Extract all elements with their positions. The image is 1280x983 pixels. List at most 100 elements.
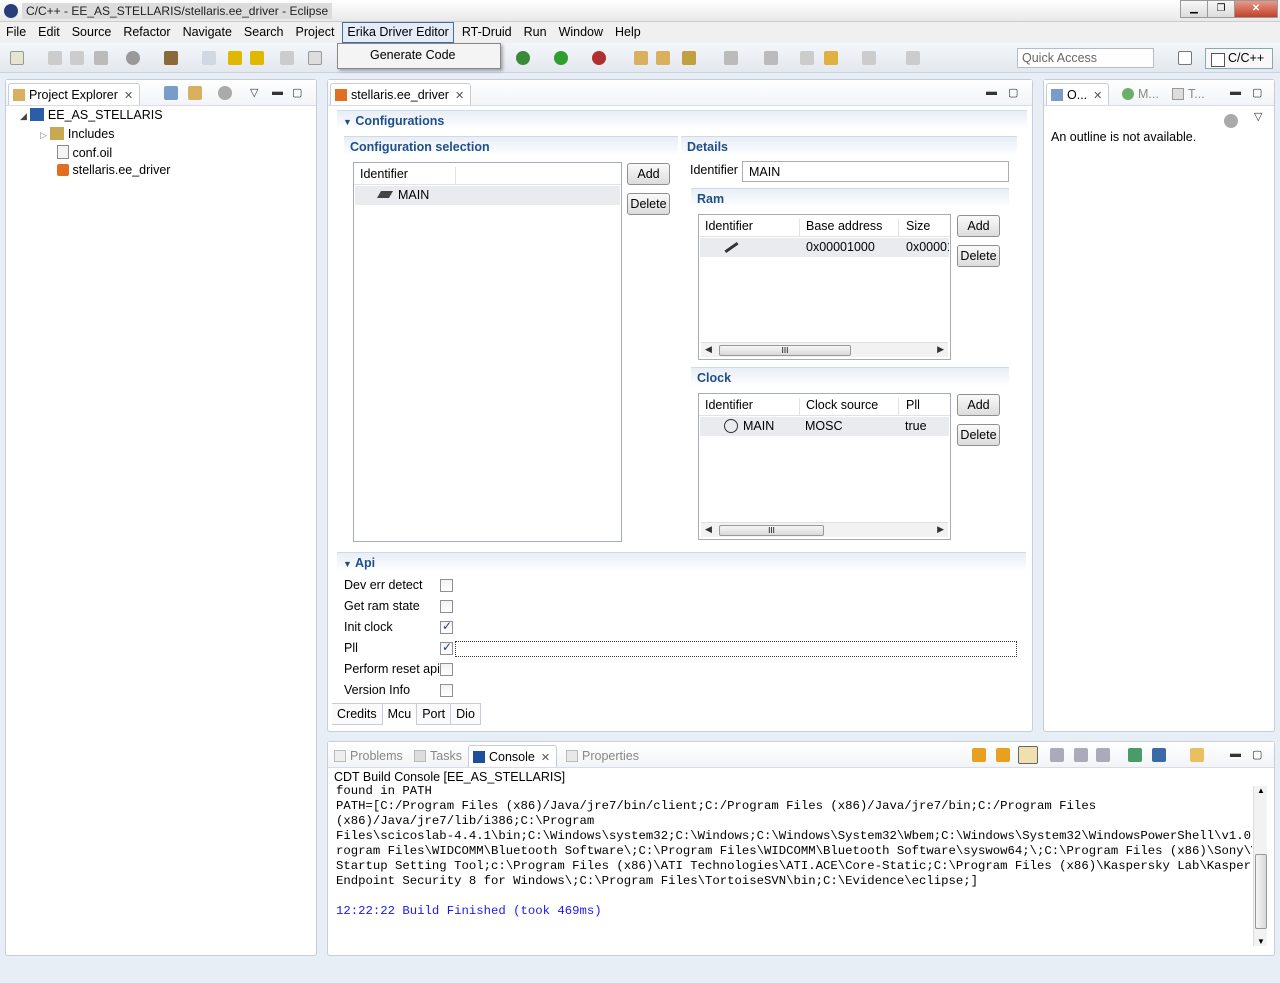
menu-window[interactable]: Window	[553, 22, 609, 43]
column-size[interactable]: Size	[906, 219, 952, 237]
option-get-ram-state-checkbox[interactable]	[440, 600, 453, 613]
tab-dio[interactable]: Dio	[451, 704, 481, 725]
console-output[interactable]: found in PATH PATH=[C:/Program Files (x86…	[334, 784, 1252, 946]
maximize-view-icon[interactable]: ▢	[292, 86, 302, 99]
clock-delete-button[interactable]: Delete	[957, 424, 1000, 446]
menu-erika-driver-editor[interactable]: Erika Driver Editor	[342, 22, 454, 43]
minimize-view-icon[interactable]: ▬	[986, 86, 997, 98]
tab-tasks[interactable]: Tasks	[410, 745, 468, 767]
ram-delete-button[interactable]: Delete	[957, 245, 1000, 267]
chevron-down-icon[interactable]: ▽	[1254, 110, 1262, 123]
new-icon[interactable]	[10, 51, 24, 65]
minimize-view-icon[interactable]: ▬	[272, 86, 283, 98]
tab-credits[interactable]: Credits	[332, 704, 383, 725]
scroll-thumb[interactable]: III	[719, 525, 824, 536]
clock-add-button[interactable]: Add	[957, 394, 1000, 416]
external-tools-icon[interactable]	[592, 51, 606, 65]
api-section-header[interactable]: ▼ Api	[337, 552, 1026, 572]
run-icon[interactable]	[554, 51, 568, 65]
pin-console-icon[interactable]	[1128, 748, 1142, 762]
quick-access-input[interactable]: Quick Access	[1017, 48, 1154, 68]
close-icon[interactable]: ✕	[1093, 90, 1102, 102]
close-icon[interactable]: ✕	[455, 90, 464, 102]
open-element-icon[interactable]	[656, 51, 670, 65]
open-console-icon[interactable]	[1190, 748, 1204, 762]
view-menu-icon[interactable]	[218, 86, 232, 100]
scroll-left-icon[interactable]: ◀	[705, 524, 712, 535]
option-perform-reset-api-checkbox[interactable]	[440, 663, 453, 676]
maximize-view-icon[interactable]: ▢	[1252, 748, 1262, 761]
print-icon[interactable]	[94, 51, 108, 65]
scroll-right-icon[interactable]: ▶	[937, 524, 944, 535]
save-all-icon[interactable]	[70, 51, 84, 65]
scroll-thumb[interactable]	[1255, 854, 1267, 929]
save-log-icon[interactable]	[1096, 748, 1110, 762]
config-delete-button[interactable]: Delete	[627, 193, 670, 215]
table-row[interactable]: MAIN MOSC true	[700, 417, 949, 436]
display-console-icon[interactable]	[1152, 748, 1166, 762]
option-version-info-checkbox[interactable]	[440, 684, 453, 697]
tree-item-conf-oil[interactable]: conf.oil	[57, 145, 112, 160]
pin-editor-icon[interactable]	[906, 51, 920, 65]
close-icon[interactable]: ✕	[541, 752, 550, 764]
maximize-view-icon[interactable]: ▢	[1252, 86, 1262, 99]
tab-project-explorer[interactable]: Project Explorer ✕	[8, 83, 141, 105]
clock-table[interactable]: Identifier Clock source Pll MAIN MOSC tr…	[698, 393, 951, 540]
debug-config-icon[interactable]	[228, 51, 242, 65]
ram-table[interactable]: Identifier Base address Size 0x00001000 …	[698, 214, 951, 360]
minimize-view-icon[interactable]: ▬	[1230, 86, 1241, 98]
maximize-view-icon[interactable]: ▢	[1008, 86, 1018, 99]
configuration-table[interactable]: Identifier MAIN	[353, 162, 622, 542]
option-init-clock-checkbox[interactable]	[440, 619, 453, 634]
build-config-icon[interactable]	[126, 51, 140, 65]
column-identifier[interactable]: Identifier	[360, 167, 456, 185]
close-icon[interactable]: ✕	[124, 90, 133, 102]
next-annotation-icon[interactable]	[724, 51, 738, 65]
identifier-input[interactable]: MAIN	[742, 161, 1009, 182]
tab-mcu[interactable]: Mcu	[382, 704, 418, 725]
tab-console[interactable]: Console ✕	[468, 745, 558, 767]
clear-console-icon[interactable]	[1074, 748, 1088, 762]
menu-item-generate-code[interactable]: Generate Code	[338, 44, 500, 62]
tab-task-list[interactable]: T...	[1168, 83, 1211, 105]
menu-edit[interactable]: Edit	[32, 22, 66, 43]
option-dev-err-detect-checkbox[interactable]	[440, 579, 453, 592]
view-menu-icon[interactable]	[1224, 114, 1238, 128]
column-identifier[interactable]: Identifier	[705, 398, 800, 416]
clock-horizontal-scrollbar[interactable]: ◀ III ▶	[701, 522, 948, 537]
collapse-all-icon[interactable]	[164, 86, 178, 100]
expand-icon[interactable]: ◢	[20, 111, 27, 121]
copy-build-log-icon[interactable]	[1050, 748, 1064, 762]
menu-source[interactable]: Source	[66, 22, 118, 43]
debug-icon[interactable]	[516, 51, 530, 65]
tab-problems[interactable]: Problems	[330, 745, 409, 767]
chevron-down-icon[interactable]: ▽	[250, 86, 258, 99]
previous-error-icon[interactable]	[996, 748, 1010, 762]
last-edit-icon[interactable]	[800, 51, 814, 65]
link-editor-icon[interactable]	[188, 86, 202, 100]
close-button[interactable]: ✕	[1234, 0, 1278, 18]
tree-item-stellaris-ee-driver[interactable]: stellaris.ee_driver	[57, 163, 170, 177]
minimize-button[interactable]: ▁	[1180, 0, 1208, 18]
back-icon[interactable]	[824, 51, 838, 65]
menu-search[interactable]: Search	[238, 22, 290, 43]
table-row[interactable]: MAIN	[355, 186, 620, 205]
menu-refactor[interactable]: Refactor	[117, 22, 176, 43]
open-perspective-icon[interactable]	[1178, 51, 1192, 65]
scroll-right-icon[interactable]: ▶	[937, 344, 944, 355]
tab-port[interactable]: Port	[417, 704, 452, 725]
tab-make-targets[interactable]: M...	[1118, 83, 1165, 105]
profile-icon[interactable]	[250, 51, 264, 65]
tab-stellaris-ee-driver[interactable]: stellaris.ee_driver ✕	[330, 83, 472, 105]
expand-icon[interactable]: ▷	[40, 130, 47, 140]
column-pll[interactable]: Pll	[906, 398, 952, 416]
scroll-thumb[interactable]: III	[719, 345, 851, 356]
column-base-address[interactable]: Base address	[806, 219, 899, 237]
open-type-icon[interactable]	[634, 51, 648, 65]
column-identifier[interactable]: Identifier	[705, 219, 800, 237]
tab-outline[interactable]: O... ✕	[1046, 83, 1110, 105]
next-error-icon[interactable]	[972, 748, 986, 762]
forward-icon[interactable]	[862, 51, 876, 65]
menu-rt-druid[interactable]: RT-Druid	[456, 22, 518, 43]
configurations-section-header[interactable]: ▼ Configurations	[337, 110, 1027, 130]
